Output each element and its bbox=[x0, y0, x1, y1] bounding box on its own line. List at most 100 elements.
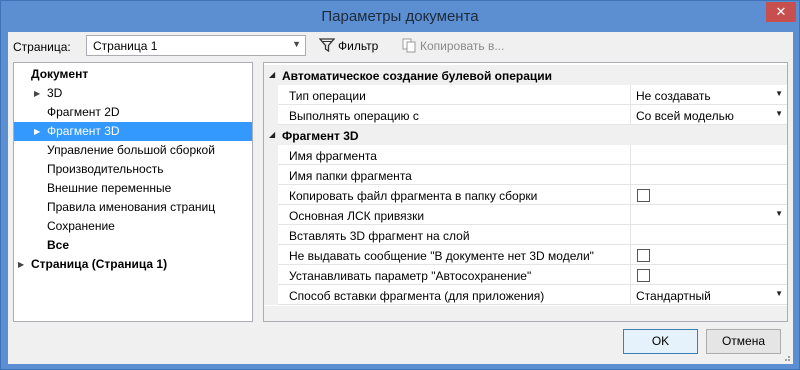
page-label: Страница: bbox=[13, 40, 71, 54]
property-value-select[interactable]: ▼ bbox=[630, 205, 787, 225]
category-tree: Документ ▶ 3D Фрагмент 2D ▶ Фрагмент 3D … bbox=[13, 62, 253, 322]
property-row-no-3d-message[interactable]: Не выдавать сообщение "В документе нет 3… bbox=[264, 245, 787, 265]
grid-empty-area bbox=[264, 306, 787, 321]
property-value: Не создавать bbox=[636, 89, 711, 103]
tree-item-label: Документ bbox=[31, 67, 89, 81]
tree-item-label: Фрагмент 2D bbox=[47, 105, 120, 119]
property-value: Стандартный bbox=[636, 289, 711, 303]
copy-icon bbox=[402, 38, 416, 53]
category-label: Фрагмент 3D bbox=[282, 129, 359, 143]
tree-item-label: Правила именования страниц bbox=[47, 200, 216, 214]
dropdown-arrow-icon[interactable]: ▼ bbox=[775, 209, 783, 218]
property-name: Копировать файл фрагмента в папку сборки bbox=[289, 189, 538, 203]
property-value-select[interactable]: Стандартный ▼ bbox=[630, 285, 787, 305]
dialog-body: Страница: Страница 1 ▼ Фильтр Копировать… bbox=[8, 32, 793, 364]
chevron-down-icon: ▼ bbox=[292, 39, 301, 49]
page-select[interactable]: Страница 1 ▼ bbox=[86, 35, 306, 56]
tree-item-label: Фрагмент 3D bbox=[47, 124, 120, 138]
property-value-input[interactable] bbox=[630, 165, 787, 185]
tree-item-label: Все bbox=[47, 238, 70, 252]
no-3d-message-checkbox[interactable] bbox=[637, 249, 650, 262]
dialog-window: Параметры документа ✕ Страница: Страница… bbox=[0, 0, 800, 370]
property-row-insert-on-layer[interactable]: Вставлять 3D фрагмент на слой bbox=[264, 225, 787, 245]
tree-item-label: Производительность bbox=[47, 162, 164, 176]
property-row-copy-fragment-file[interactable]: Копировать файл фрагмента в папку сборки bbox=[264, 185, 787, 205]
dropdown-arrow-icon[interactable]: ▼ bbox=[775, 109, 783, 118]
property-value-cell bbox=[630, 185, 787, 205]
filter-icon bbox=[319, 38, 335, 53]
resize-grip-icon[interactable] bbox=[781, 352, 791, 362]
tree-item-3d[interactable]: ▶ 3D bbox=[14, 84, 252, 103]
property-name: Основная ЛСК привязки bbox=[289, 209, 425, 223]
property-value: Со всей моделью bbox=[636, 109, 734, 123]
property-row-operation-type[interactable]: Тип операции Не создавать ▼ bbox=[264, 85, 787, 105]
tree-item-page-naming-rules[interactable]: Правила именования страниц bbox=[14, 198, 252, 217]
row-gutter bbox=[264, 165, 278, 185]
property-row-fragment-name[interactable]: Имя фрагмента bbox=[264, 145, 787, 165]
autosave-checkbox[interactable] bbox=[637, 269, 650, 282]
category-label: Автоматическое создание булевой операции bbox=[282, 69, 553, 83]
title-bar[interactable]: Параметры документа ✕ bbox=[1, 1, 799, 33]
property-name: Устанавливать параметр "Автосохранение" bbox=[289, 269, 532, 283]
expand-arrow-icon[interactable]: ▶ bbox=[18, 255, 24, 274]
property-row-autosave[interactable]: Устанавливать параметр "Автосохранение" bbox=[264, 265, 787, 285]
dropdown-arrow-icon[interactable]: ▼ bbox=[775, 289, 783, 298]
ok-button[interactable]: OK bbox=[623, 329, 698, 354]
property-value-select[interactable]: Со всей моделью ▼ bbox=[630, 105, 787, 125]
row-gutter bbox=[264, 245, 278, 265]
property-row-perform-with[interactable]: Выполнять операцию с Со всей моделью ▼ bbox=[264, 105, 787, 125]
close-button[interactable]: ✕ bbox=[766, 2, 796, 22]
tree-item-large-assembly[interactable]: Управление большой сборкой bbox=[14, 141, 252, 160]
property-value-cell bbox=[630, 265, 787, 285]
row-gutter bbox=[264, 285, 278, 305]
property-row-insert-method[interactable]: Способ вставки фрагмента (для приложения… bbox=[264, 285, 787, 305]
property-name: Имя папки фрагмента bbox=[289, 169, 412, 183]
category-row-fragment-3d[interactable]: ◢ Фрагмент 3D bbox=[264, 125, 787, 145]
expand-arrow-icon[interactable]: ▶ bbox=[34, 122, 40, 141]
tree-item-label: Внешние переменные bbox=[47, 181, 172, 195]
page-select-value: Страница 1 bbox=[93, 39, 158, 53]
property-name: Способ вставки фрагмента (для приложения… bbox=[289, 289, 545, 303]
tree-item-all[interactable]: Все bbox=[14, 236, 252, 255]
property-value-cell bbox=[630, 245, 787, 265]
row-gutter bbox=[264, 225, 278, 245]
property-name: Выполнять операцию с bbox=[289, 109, 419, 123]
tree-item-fragment-3d[interactable]: ▶ Фрагмент 3D bbox=[14, 122, 252, 141]
filter-label: Фильтр bbox=[338, 39, 379, 53]
row-gutter bbox=[264, 85, 278, 105]
property-value-input[interactable] bbox=[630, 225, 787, 245]
tree-item-fragment-2d[interactable]: Фрагмент 2D bbox=[14, 103, 252, 122]
tree-item-external-variables[interactable]: Внешние переменные bbox=[14, 179, 252, 198]
toolbar: Страница: Страница 1 ▼ Фильтр Копировать… bbox=[8, 32, 793, 60]
tree-item-label: Сохранение bbox=[47, 219, 115, 233]
property-row-main-lcs[interactable]: Основная ЛСК привязки ▼ bbox=[264, 205, 787, 225]
tree-item-label: 3D bbox=[47, 86, 63, 100]
row-gutter bbox=[264, 205, 278, 225]
property-value-input[interactable] bbox=[630, 145, 787, 165]
copy-fragment-checkbox[interactable] bbox=[637, 189, 650, 202]
collapse-triangle-icon[interactable]: ◢ bbox=[269, 70, 275, 79]
row-gutter bbox=[264, 105, 278, 125]
property-row-fragment-folder[interactable]: Имя папки фрагмента bbox=[264, 165, 787, 185]
row-gutter bbox=[264, 265, 278, 285]
category-row-boolean-operation[interactable]: ◢ Автоматическое создание булевой операц… bbox=[264, 65, 787, 85]
dropdown-arrow-icon[interactable]: ▼ bbox=[775, 89, 783, 98]
tree-item-performance[interactable]: Производительность bbox=[14, 160, 252, 179]
tree-item-label: Управление большой сборкой bbox=[47, 143, 215, 157]
property-grid: ◢ Автоматическое создание булевой операц… bbox=[263, 62, 788, 322]
property-name: Вставлять 3D фрагмент на слой bbox=[289, 229, 470, 243]
tree-item-label: Страница (Страница 1) bbox=[31, 257, 168, 271]
property-value-select[interactable]: Не создавать ▼ bbox=[630, 85, 787, 105]
cancel-button[interactable]: Отмена bbox=[706, 329, 781, 354]
property-name: Не выдавать сообщение "В документе нет 3… bbox=[289, 249, 594, 263]
copy-to-label: Копировать в... bbox=[420, 39, 505, 53]
property-name: Имя фрагмента bbox=[289, 149, 377, 163]
tree-item-page-1[interactable]: ▶ Страница (Страница 1) bbox=[14, 255, 252, 274]
tree-item-document[interactable]: Документ bbox=[14, 65, 252, 84]
row-gutter bbox=[264, 145, 278, 165]
collapse-triangle-icon[interactable]: ◢ bbox=[269, 130, 275, 139]
tree-item-saving[interactable]: Сохранение bbox=[14, 217, 252, 236]
row-gutter bbox=[264, 185, 278, 205]
expand-arrow-icon[interactable]: ▶ bbox=[34, 84, 40, 103]
property-name: Тип операции bbox=[289, 89, 366, 103]
